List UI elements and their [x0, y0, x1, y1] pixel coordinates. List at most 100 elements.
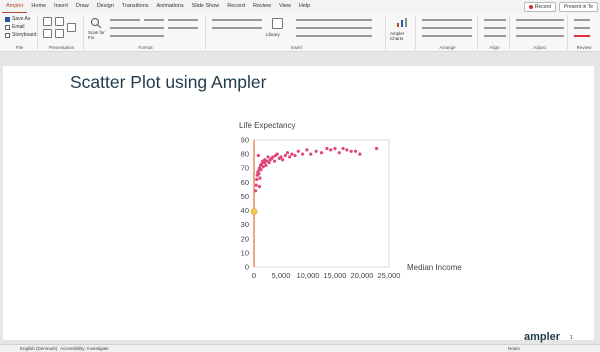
data-point: [255, 177, 259, 182]
chart-icon[interactable]: [396, 17, 408, 28]
data-point: [256, 169, 260, 173]
ribbon-tab-actions: Record Present in Te: [523, 2, 598, 12]
spacing-row[interactable]: [168, 27, 198, 29]
data-point: [290, 152, 294, 156]
status-bar: English (Denmark) Accessibility: Investi…: [0, 344, 600, 352]
font-size-box[interactable]: [144, 19, 164, 21]
library-icon[interactable]: [272, 18, 283, 29]
arrange-row-1[interactable]: [422, 19, 472, 21]
grid-icon[interactable]: [55, 17, 64, 26]
ampler-charts-button[interactable]: Ampler Charts: [390, 31, 404, 41]
record-button[interactable]: Record: [523, 2, 556, 12]
charts-group: Ampler Charts: [388, 15, 416, 50]
storyboard-icon: [5, 32, 10, 38]
data-point: [271, 155, 275, 159]
file-group: Save As Email Storyboard File: [2, 15, 38, 50]
insert-group-label: Insert: [290, 45, 303, 50]
tab-ampler[interactable]: Ampler: [2, 1, 28, 13]
data-point: [283, 153, 287, 158]
shape-row[interactable]: [212, 19, 262, 21]
insert-row-1[interactable]: [296, 19, 372, 21]
present-in-teams-button[interactable]: Present in Te: [558, 2, 598, 12]
presentation-group: Presentation: [40, 15, 84, 50]
tab-record[interactable]: Record: [223, 0, 249, 13]
search-icon[interactable]: [90, 17, 102, 29]
data-point: [262, 160, 266, 165]
paragraph-row[interactable]: [110, 35, 164, 37]
accessibility-status[interactable]: Accessibility: Investigate: [60, 346, 109, 351]
tab-transitions[interactable]: Transitions: [118, 0, 153, 13]
review-row-3[interactable]: [574, 35, 590, 37]
scatter-chart[interactable]: 0 10 20 30 40 50 60 70 80 90 0 5,000 10,000 15,000 20,…: [3, 66, 594, 340]
data-point: [374, 146, 379, 151]
adjust-group: Adjust: [512, 15, 568, 50]
axis-resize-handle[interactable]: [250, 208, 258, 215]
tab-design[interactable]: Design: [93, 0, 118, 13]
tab-view[interactable]: View: [275, 0, 295, 13]
data-point: [333, 146, 337, 151]
arrange-row-3[interactable]: [422, 35, 472, 37]
notes-button[interactable]: Notes: [508, 346, 520, 351]
align-row-2[interactable]: [484, 27, 506, 29]
y-tick-label: 90: [241, 136, 249, 145]
plot-area: [253, 139, 390, 268]
review-group-label: Review: [576, 45, 592, 50]
review-row-2[interactable]: [574, 27, 590, 29]
data-point: [301, 152, 305, 156]
email-button[interactable]: Email: [5, 24, 25, 30]
x-tick-label: 0: [252, 271, 256, 280]
y-tick-label: 70: [241, 164, 249, 173]
format-group: Scan for Fix Format: [86, 15, 206, 50]
tab-slide-show[interactable]: Slide Show: [188, 0, 224, 13]
tab-insert[interactable]: Insert: [50, 0, 72, 13]
color-row[interactable]: [168, 19, 198, 21]
adjust-row-2[interactable]: [516, 27, 564, 29]
data-point: [279, 155, 283, 159]
data-point: [264, 163, 268, 167]
language-status[interactable]: English (Denmark): [20, 346, 57, 351]
tracker-icon[interactable]: [67, 23, 76, 32]
tab-home[interactable]: Home: [27, 0, 50, 13]
slide-number: 1: [570, 335, 573, 341]
font-box[interactable]: [110, 19, 140, 21]
text-format-row[interactable]: [110, 27, 164, 29]
data-point: [325, 146, 329, 151]
storyboard-button[interactable]: Storyboard: [5, 32, 36, 38]
library-button[interactable]: Library: [266, 32, 280, 37]
align-row-1[interactable]: [484, 19, 506, 21]
align-row-3[interactable]: [484, 35, 506, 37]
data-point: [341, 146, 345, 151]
slide-canvas[interactable]: Scatter Plot using Ampler 0 10 20 30 40 50 60 7…: [3, 66, 594, 343]
file-group-label: File: [15, 45, 24, 50]
adjust-row-3[interactable]: [516, 35, 564, 37]
line-row[interactable]: [212, 27, 262, 29]
format-group-label: Format: [138, 45, 153, 50]
insert-row-2[interactable]: [296, 27, 372, 29]
data-point: [257, 184, 261, 189]
data-point: [254, 189, 258, 193]
data-point: [256, 153, 260, 158]
tab-animations[interactable]: Animations: [153, 0, 188, 13]
arrange-row-2[interactable]: [422, 27, 472, 29]
data-point: [267, 160, 271, 165]
data-point: [345, 148, 349, 152]
review-group: Review: [570, 15, 598, 50]
presentation-group-label: Presentation: [48, 45, 75, 50]
y-tick-label: 10: [241, 248, 249, 257]
data-point: [257, 172, 261, 176]
data-point: [296, 149, 300, 153]
adjust-row-1[interactable]: [516, 19, 564, 21]
insert-row-3[interactable]: [296, 35, 372, 37]
section-icon[interactable]: [55, 29, 64, 38]
agenda-icon[interactable]: [43, 29, 52, 38]
scan-for-fix-button[interactable]: Scan for Fix: [88, 30, 105, 40]
tab-draw[interactable]: Draw: [72, 0, 93, 13]
tab-review[interactable]: Review: [249, 0, 275, 13]
review-row-1[interactable]: [574, 19, 590, 21]
data-point: [275, 152, 279, 156]
save-as-button[interactable]: Save As: [5, 16, 30, 22]
layout-icon[interactable]: [43, 17, 52, 26]
data-point: [288, 155, 292, 159]
data-point: [259, 168, 263, 172]
tab-help[interactable]: Help: [295, 0, 314, 13]
